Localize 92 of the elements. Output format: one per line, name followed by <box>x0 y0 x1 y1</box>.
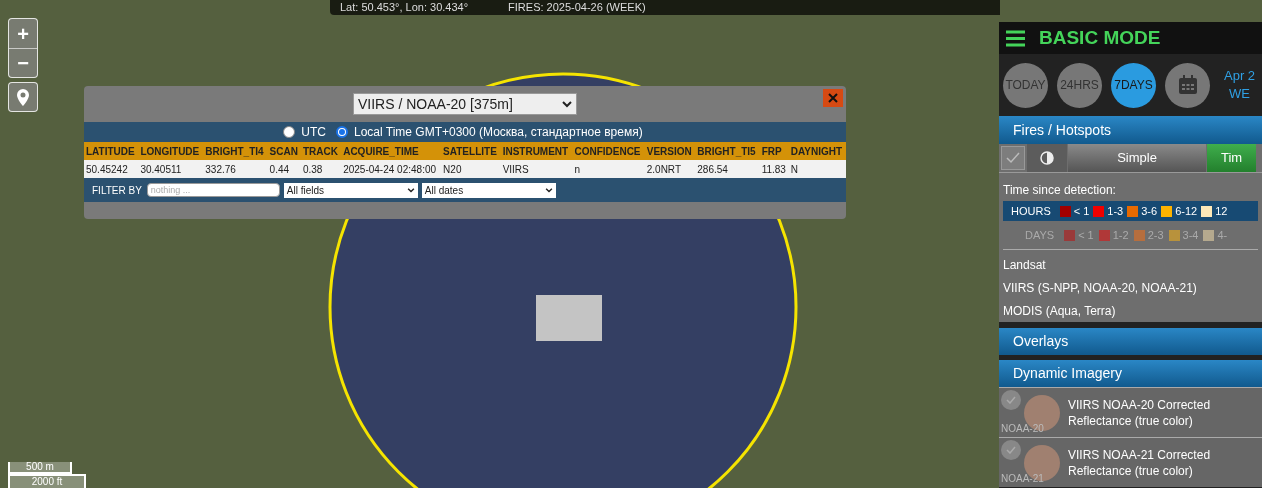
radio-label: UTC <box>301 124 326 141</box>
table-cell: N <box>788 160 846 178</box>
column-header: SCAN <box>267 142 301 160</box>
legend-label: 2-3 <box>1147 227 1164 243</box>
column-header: TRACK <box>300 142 342 160</box>
table-cell: N20 <box>441 160 501 178</box>
table-cell: 332.76 <box>203 160 268 178</box>
table-cell: 50.45242 <box>84 160 139 178</box>
close-icon <box>828 93 838 103</box>
style-tab[interactable]: Simple <box>1068 144 1206 172</box>
legend-label: < 1 <box>1078 227 1094 243</box>
date-range-text: WE <box>1229 85 1250 103</box>
visibility-checkbox[interactable] <box>1001 146 1025 170</box>
layer-caption: NOAA-21 <box>1001 472 1044 486</box>
column-header: LONGITUDE <box>138 142 204 160</box>
table-cell: 0.44 <box>267 160 301 178</box>
legend-label: 6-12 <box>1175 203 1198 219</box>
layer-title[interactable]: VIIRS NOAA-20 Corrected Reflectance (true color) <box>1068 396 1248 429</box>
range-button[interactable]: TODAY <box>1003 62 1048 108</box>
legend-row[interactable]: HOURS < 1 1-3 3-6 6-12 12 <box>1003 201 1258 221</box>
legend-label: 4- <box>1217 227 1228 243</box>
legend-label: < 1 <box>1073 203 1090 219</box>
legend-label: 1-2 <box>1112 227 1129 243</box>
calendar-icon <box>1177 75 1198 95</box>
scale-bar-metric: 500 m <box>8 462 72 474</box>
close-button[interactable] <box>823 89 843 107</box>
layer-checkbox[interactable] <box>1001 390 1021 410</box>
column-header: DAYNIGHT <box>788 142 846 160</box>
legend-label: 1-3 <box>1107 203 1124 219</box>
fires-date-text: FIRES: 2025-04-26 (WEEK) <box>508 0 646 16</box>
legend-label: HOURS <box>1011 203 1051 219</box>
chevron-down-icon <box>406 187 415 193</box>
table-cell: VIIRS <box>500 160 573 178</box>
legend-label: 3-4 <box>1182 227 1199 243</box>
menu-icon[interactable] <box>1006 29 1025 47</box>
table-cell: 286.54 <box>695 160 760 178</box>
zoom-in-button[interactable]: + <box>9 19 37 49</box>
sensor-select[interactable]: VIIRS / NOAA-20 [375m] <box>353 93 577 115</box>
mode-title: BASIC MODE <box>1039 25 1161 50</box>
chevron-down-icon <box>544 187 553 193</box>
scale-bar-imperial: 2000 ft <box>8 474 86 488</box>
table-cell: 0.38 <box>300 160 342 178</box>
radio-button[interactable] <box>283 126 296 138</box>
style-tab[interactable]: Tim <box>1207 144 1257 172</box>
column-header: VERSION <box>644 142 696 160</box>
radio-button[interactable] <box>335 126 348 138</box>
fields-select[interactable]: All fields <box>283 182 418 198</box>
table-cell: n <box>572 160 645 178</box>
table-cell: 2.0NRT <box>644 160 696 178</box>
column-header: BRIGHT_TI4 <box>203 142 268 160</box>
table-cell: 2025-04-24 02:48:00 <box>341 160 442 178</box>
contrast-button[interactable] <box>1027 144 1067 172</box>
legend-label: DAYS <box>1025 227 1055 243</box>
checkmark-icon <box>1006 152 1020 164</box>
range-button[interactable]: 7DAYS <box>1111 62 1156 108</box>
table-cell: 30.40511 <box>138 160 204 178</box>
section-header[interactable]: Fires / Hotspots <box>999 116 1262 144</box>
column-header: SATELLITE <box>441 142 501 160</box>
source-label: VIIRS (S-NPP, NOAA-20, NOAA-21) <box>1003 280 1198 297</box>
checkmark-icon <box>1006 446 1016 454</box>
column-header: LATITUDE <box>84 142 139 160</box>
radio-label: Local Time GMT+0300 (Москва, стандартное время) <box>353 124 643 141</box>
legend-label: 12 <box>1215 203 1228 219</box>
legend-title: Time since detection: <box>1003 182 1117 199</box>
contrast-icon <box>1040 151 1054 165</box>
section-header[interactable]: Overlays <box>999 328 1262 355</box>
layer-caption: NOAA-20 <box>1001 422 1044 436</box>
dates-select[interactable]: All dates <box>421 182 556 198</box>
column-header: FRP <box>759 142 789 160</box>
range-button[interactable]: 24HRS <box>1057 62 1102 108</box>
column-header: ACQUIRE_TIME <box>341 142 442 160</box>
section-header[interactable]: Dynamic Imagery <box>999 360 1262 387</box>
date-range-text: Apr 2 <box>1224 67 1256 85</box>
coordinates-text: Lat: 50.453°, Lon: 30.434° <box>340 0 469 16</box>
table-cell: 11.83 <box>759 160 789 178</box>
zoom-out-button[interactable]: − <box>9 48 37 77</box>
checkmark-icon <box>1006 396 1016 404</box>
calendar-button[interactable] <box>1165 62 1210 108</box>
column-header: INSTRUMENT <box>500 142 573 160</box>
location-pin-icon <box>17 88 29 106</box>
column-header: CONFIDENCE <box>572 142 645 160</box>
location-button[interactable] <box>8 82 38 112</box>
layer-title[interactable]: VIIRS NOAA-21 Corrected Reflectance (true color) <box>1068 446 1248 479</box>
column-header: BRIGHT_TI5 <box>695 142 760 160</box>
legend-label: 3-6 <box>1141 203 1158 219</box>
filter-label: FILTER BY <box>92 183 142 198</box>
map-label-block <box>536 295 602 341</box>
chevron-down-icon <box>562 100 572 108</box>
layer-checkbox[interactable] <box>1001 440 1021 460</box>
source-label: Landsat <box>1003 257 1047 274</box>
filter-input[interactable]: nothing ... <box>146 183 280 197</box>
source-label: MODIS (Aqua, Terra) <box>1003 303 1117 320</box>
